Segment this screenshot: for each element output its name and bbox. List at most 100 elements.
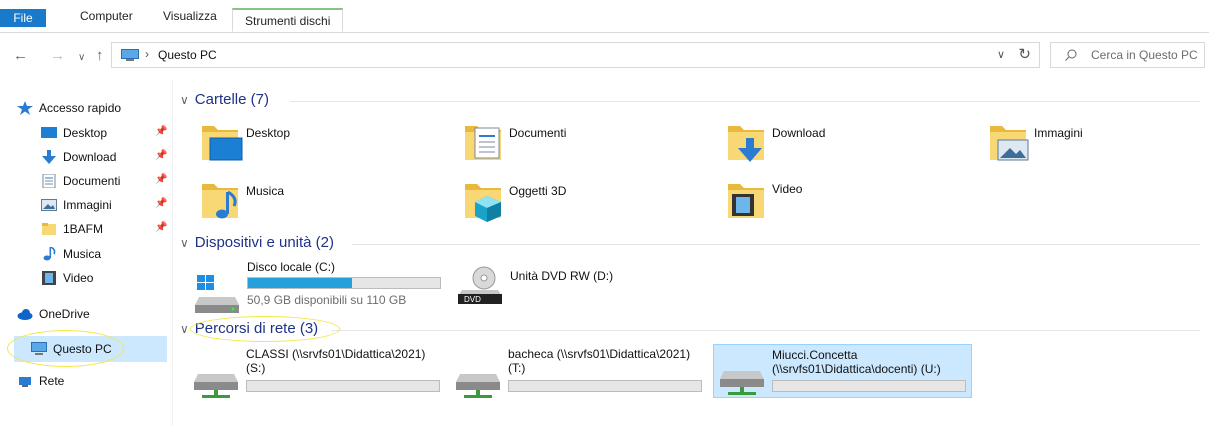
folder-download[interactable]: Download [726, 120, 966, 172]
divider [352, 244, 1200, 245]
up-arrow-icon[interactable]: ↑ [96, 47, 104, 65]
folder-immagini[interactable]: Immagini [988, 120, 1209, 172]
sidebar-item-rete[interactable]: Rete [17, 369, 167, 393]
tab-file[interactable]: File [0, 9, 46, 27]
annotation-circle [7, 330, 124, 367]
chevron-right-icon: › [145, 47, 149, 61]
chevron-down-icon: ∨ [180, 322, 189, 336]
3d-objects-folder-icon [465, 184, 501, 222]
drive-space-info: 50,9 GB disponibili su 110 GB [247, 293, 407, 307]
sidebar-item-immagini[interactable]: Immagini [41, 193, 166, 217]
section-header-devices[interactable]: ∨ Dispositivi e unità (2) [180, 234, 334, 251]
navigation-pane: Accesso rapido Desktop 📌 Download 📌 Docu… [0, 80, 172, 426]
folder-oggetti-3d[interactable]: Oggetti 3D [463, 178, 703, 230]
network-drive-icon [456, 374, 500, 398]
tab-strumenti-dischi[interactable]: Strumenti dischi [232, 8, 344, 32]
pin-icon[interactable]: 📌 [155, 198, 167, 209]
download-folder-icon [728, 126, 764, 162]
folder-label: Desktop [246, 126, 291, 140]
documents-icon [42, 174, 56, 188]
sidebar-item-onedrive[interactable]: OneDrive [17, 302, 167, 326]
chevron-down-icon: ∨ [180, 236, 189, 250]
sidebar-item-label: Musica [63, 247, 102, 261]
section-title: Dispositivi e unità (2) [194, 234, 335, 251]
video-folder-icon [728, 184, 764, 218]
section-header-folders[interactable]: ∨ Cartelle (7) [180, 91, 269, 108]
folder-label: Musica [246, 184, 285, 198]
sidebar-item-label: Download [63, 150, 117, 164]
windows-drive-icon [195, 275, 239, 313]
music-folder-icon [202, 184, 238, 219]
back-arrow-icon[interactable]: ← [13, 47, 28, 65]
sidebar-item-1bafm[interactable]: 1BAFM [41, 217, 166, 241]
search-input[interactable]: Cerca in Questo PC [1091, 48, 1198, 62]
folder-label: Documenti [509, 126, 567, 140]
folder-documenti[interactable]: Documenti [463, 120, 703, 172]
annotation-circle [190, 316, 340, 342]
drive-name: Disco locale (C:) [247, 260, 336, 274]
forward-arrow-icon[interactable]: → [50, 47, 65, 65]
divider [332, 330, 1200, 331]
drive-letter: (T:) [508, 361, 526, 375]
tab-computer[interactable]: Computer [80, 0, 133, 32]
sidebar-item-label: OneDrive [39, 307, 90, 321]
sidebar-item-video[interactable]: Video [41, 266, 166, 290]
drive-path: (\\srvfs01\Didattica\docenti) (U:) [772, 362, 941, 376]
pin-icon[interactable]: 📌 [155, 222, 167, 233]
section-title: Cartelle (7) [194, 91, 269, 108]
sidebar-item-label: Immagini [63, 198, 112, 212]
folder-label: Video [772, 182, 803, 196]
sidebar-item-documenti[interactable]: Documenti [41, 169, 166, 193]
folder-icon [42, 223, 56, 235]
folder-label: Download [772, 126, 826, 140]
network-drive-t[interactable]: bacheca (\\srvfs01\Didattica\2021) (T:) [456, 348, 711, 404]
folder-video[interactable]: Video [726, 178, 966, 230]
folder-desktop[interactable]: Desktop [200, 120, 440, 172]
pc-icon [121, 49, 139, 61]
folder-label: Immagini [1034, 126, 1083, 140]
network-drive-icon [720, 371, 764, 395]
ribbon: File Computer Visualizza Strumenti disch… [0, 0, 1209, 33]
drive-d[interactable]: DVD Unità DVD RW (D:) [458, 266, 658, 322]
pin-icon[interactable]: 📌 [155, 174, 167, 185]
folder-label: Oggetti 3D [509, 184, 567, 198]
pin-icon[interactable]: 📌 [155, 126, 167, 137]
sidebar-item-desktop[interactable]: Desktop [41, 121, 166, 145]
sidebar-item-musica[interactable]: Musica [41, 242, 166, 266]
pictures-icon [41, 199, 57, 211]
pictures-folder-icon [990, 126, 1029, 161]
pin-icon[interactable]: 📌 [155, 150, 167, 161]
network-drive-u[interactable]: Miucci.Concetta (\\srvfs01\Didattica\doc… [713, 344, 972, 398]
video-icon [42, 271, 56, 285]
drive-usage-bar [772, 380, 966, 392]
drive-letter: (S:) [246, 361, 266, 375]
desktop-icon [41, 127, 57, 138]
recent-dropdown-icon[interactable]: ∨ [78, 49, 85, 67]
cloud-icon [17, 309, 33, 320]
chevron-down-icon[interactable]: ∨ [997, 48, 1005, 61]
folder-musica[interactable]: Musica [200, 178, 440, 230]
drive-usage-bar [246, 380, 440, 392]
breadcrumb[interactable]: Questo PC [158, 48, 217, 62]
address-bar[interactable]: › Questo PC ∨ ↻ [111, 42, 1040, 68]
sidebar-item-label: Documenti [63, 174, 121, 188]
drive-c[interactable]: Disco locale (C:) 50,9 GB disponibili su… [195, 261, 450, 317]
network-drive-s[interactable]: CLASSI (\\srvfs01\Didattica\2021) (S:) [194, 348, 449, 404]
divider [172, 80, 173, 426]
drive-usage-fill [248, 278, 352, 288]
search-icon [1065, 49, 1077, 61]
drive-name: bacheca (\\srvfs01\Didattica\2021) [508, 347, 691, 361]
drive-usage-bar [508, 380, 702, 392]
sidebar-item-accesso-rapido[interactable]: Accesso rapido [17, 96, 167, 120]
sidebar-item-download[interactable]: Download [41, 145, 166, 169]
refresh-icon[interactable]: ↻ [1018, 45, 1031, 63]
drive-name: Miucci.Concetta [772, 348, 858, 362]
drive-usage-bar [247, 277, 441, 289]
documents-folder-icon [465, 126, 501, 160]
desktop-folder-icon [202, 126, 243, 161]
tab-visualizza[interactable]: Visualizza [163, 0, 217, 32]
search-box[interactable]: Cerca in Questo PC [1050, 42, 1205, 68]
sidebar-item-label: Accesso rapido [39, 101, 122, 115]
music-icon [43, 247, 56, 261]
divider [290, 101, 1200, 102]
